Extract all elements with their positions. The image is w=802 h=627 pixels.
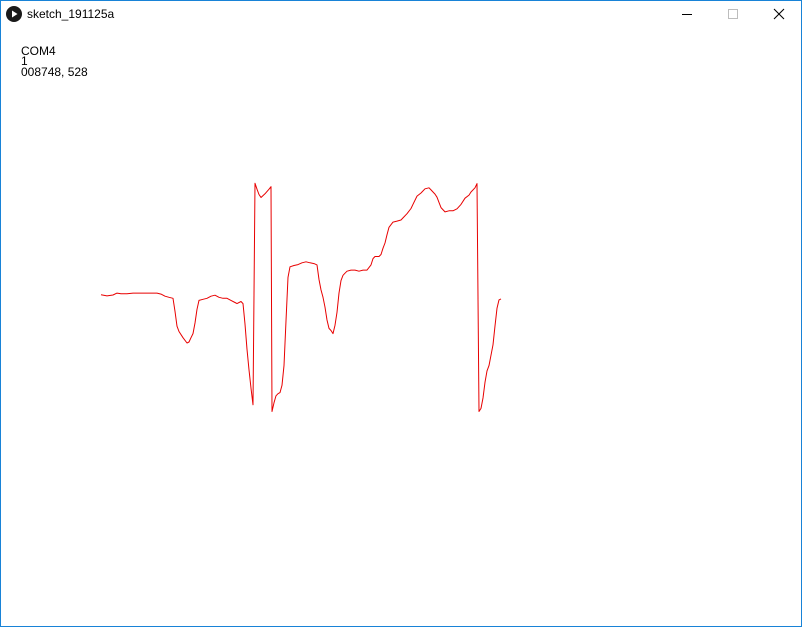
signal-trace-line [100,182,502,412]
signal-plot [100,182,502,412]
app-window: sketch_191125a COM4 1 008748, 528 [0,0,802,627]
